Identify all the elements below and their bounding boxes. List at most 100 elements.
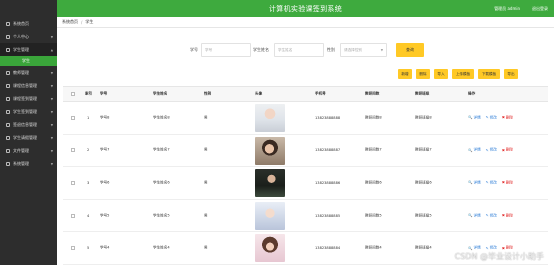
- sidebar-item-student-checkin[interactable]: 学生签到管理 ▼: [0, 105, 57, 118]
- cell-student-id: 学号8: [100, 115, 110, 120]
- student-photo: [255, 104, 285, 132]
- breadcrumb-home[interactable]: 系统首页: [62, 19, 78, 25]
- header-photo: 头像: [255, 91, 263, 96]
- cell-index: 3: [87, 180, 90, 185]
- cell-index: 5: [87, 246, 90, 251]
- search-icon: 🔍: [468, 148, 473, 153]
- student-photo: [255, 169, 285, 198]
- sidebar: 系统首页 个人中心 ▼ 学生管理 ▲ 学生 教师管理 ▼ 课程信息管理 ▼ 课程签到管理…: [0, 0, 57, 265]
- student-photo: [255, 201, 285, 230]
- leave-icon: [6, 135, 10, 140]
- cell-gender: 男: [204, 245, 208, 250]
- sidebar-subitem-student[interactable]: 学生: [0, 56, 57, 66]
- header-class: 教研间数: [365, 91, 380, 96]
- cell-class: 教研间数6: [365, 180, 382, 185]
- table-row: 1 学号8 学生姓名8 男 13823888888 教研间数8 教研班级8 🔍 详…: [63, 102, 548, 135]
- sidebar-item-teachers[interactable]: 教师管理 ▼: [0, 66, 57, 79]
- teacher-icon: [6, 70, 10, 75]
- row-checkbox[interactable]: [71, 148, 75, 153]
- cell-class: 教研间数8: [365, 115, 382, 120]
- view-button[interactable]: 🔍 详情: [468, 180, 481, 185]
- search-button[interactable]: 查询: [396, 43, 424, 57]
- cell-student-id: 学号5: [100, 213, 110, 218]
- current-user: 管理员 admin: [494, 6, 520, 11]
- row-checkbox[interactable]: [71, 115, 75, 120]
- close-icon: ✖: [501, 213, 505, 218]
- row-checkbox[interactable]: [71, 213, 75, 218]
- gender-select[interactable]: 请选择性别 ▼: [340, 43, 387, 57]
- export-button[interactable]: 导出: [504, 69, 518, 79]
- download-template-button[interactable]: 下载模板: [478, 69, 500, 79]
- edit-button[interactable]: ✎ 修改: [486, 180, 497, 185]
- sidebar-item-students[interactable]: 学生管理 ▲: [0, 43, 57, 56]
- row-actions: 🔍 详情 ✎ 修改 ✖ 删除: [468, 213, 518, 218]
- header-student-id: 学号: [100, 91, 108, 96]
- cell-student-id: 学号7: [100, 147, 110, 152]
- sidebar-item-profile[interactable]: 个人中心 ▼: [0, 30, 57, 43]
- upload-template-button[interactable]: 上传模板: [452, 69, 474, 79]
- delete-row-button[interactable]: ✖ 删除: [502, 148, 513, 153]
- cell-class: 教研间数7: [365, 147, 382, 152]
- cell-class: 教研间数5: [365, 213, 382, 218]
- sidebar-item-files[interactable]: 文件管理 ▼: [0, 144, 57, 157]
- view-button[interactable]: 🔍 详情: [468, 213, 481, 218]
- cell-major: 教研班级5: [415, 213, 432, 218]
- student-photo: [255, 234, 285, 263]
- cell-phone: 13823888885: [315, 213, 341, 218]
- sidebar-item-leave[interactable]: 学生请假管理 ▼: [0, 131, 57, 144]
- sidebar-item-signout[interactable]: 签退信息管理 ▼: [0, 118, 57, 131]
- cell-gender: 男: [204, 180, 208, 185]
- signout-icon: [6, 122, 10, 127]
- logout-link[interactable]: 退出登录: [532, 6, 548, 12]
- chevron-down-icon: ▼: [50, 148, 53, 153]
- delete-row-button[interactable]: ✖ 删除: [502, 246, 513, 251]
- student-id-input[interactable]: 学号: [201, 43, 251, 57]
- cell-gender: 男: [204, 213, 208, 218]
- cell-student-name: 学生姓名7: [153, 147, 170, 152]
- cell-index: 4: [87, 213, 90, 218]
- cell-student-name: 学生姓名5: [153, 213, 170, 218]
- chevron-down-icon: ▼: [50, 34, 53, 39]
- row-checkbox[interactable]: [71, 180, 75, 185]
- edit-button[interactable]: ✎ 修改: [486, 115, 497, 120]
- gender-label: 性别: [327, 47, 335, 52]
- edit-icon: ✎: [485, 246, 489, 251]
- sidebar-item-course-signin[interactable]: 课程签到管理 ▼: [0, 92, 57, 105]
- sidebar-item-courses[interactable]: 课程信息管理 ▼: [0, 79, 57, 92]
- student-table: 索引 学号 学生姓名 性别 头像 手机号 教研间数 教研班级 操作 1 学号8 …: [63, 86, 548, 265]
- cell-student-id: 学号6: [100, 180, 110, 185]
- row-actions: 🔍 详情 ✎ 修改 ✖ 删除: [468, 115, 518, 120]
- edit-icon: ✎: [485, 180, 489, 185]
- search-icon: 🔍: [468, 246, 473, 251]
- header-gender: 性别: [204, 91, 212, 96]
- view-button[interactable]: 🔍 详情: [468, 246, 481, 251]
- delete-row-button[interactable]: ✖ 删除: [502, 115, 513, 120]
- delete-row-button[interactable]: ✖ 删除: [502, 213, 513, 218]
- cell-gender: 男: [204, 147, 208, 152]
- edit-button[interactable]: ✎ 修改: [486, 213, 497, 218]
- cell-phone: 13823888886: [315, 180, 341, 185]
- edit-icon: ✎: [485, 213, 489, 218]
- chevron-down-icon: ▼: [50, 109, 53, 114]
- sidebar-item-home[interactable]: 系统首页: [0, 17, 57, 30]
- chevron-down-icon: ▼: [50, 83, 53, 88]
- import-button[interactable]: 导入: [434, 69, 448, 79]
- row-checkbox[interactable]: [71, 246, 75, 251]
- cell-phone: 13823888884: [315, 246, 341, 251]
- delete-button[interactable]: 删除: [416, 69, 430, 79]
- view-button[interactable]: 🔍 详情: [468, 115, 481, 120]
- add-button[interactable]: 新增: [398, 69, 412, 79]
- edit-button[interactable]: ✎ 修改: [486, 148, 497, 153]
- delete-row-button[interactable]: ✖ 删除: [502, 180, 513, 185]
- cell-major: 教研班级7: [415, 147, 432, 152]
- header-phone: 手机号: [315, 91, 326, 96]
- action-toolbar: 新增 删除 导入 上传模板 下载模板 导出: [398, 69, 518, 79]
- sidebar-item-system[interactable]: 系统管理 ▼: [0, 157, 57, 170]
- select-all-checkbox[interactable]: [71, 92, 75, 96]
- chevron-down-icon: ▼: [50, 122, 53, 127]
- edit-button[interactable]: ✎ 修改: [486, 246, 497, 251]
- cell-student-name: 学生姓名8: [153, 115, 170, 120]
- view-button[interactable]: 🔍 详情: [468, 148, 481, 153]
- edit-icon: ✎: [485, 148, 489, 153]
- student-name-input[interactable]: 学生姓名: [274, 43, 324, 57]
